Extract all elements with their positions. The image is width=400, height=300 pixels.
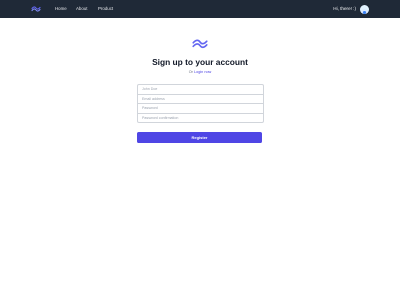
name-input[interactable]	[138, 85, 263, 94]
top-navbar: Home About Product Hi, there! :)	[0, 0, 400, 18]
password-confirmation-input[interactable]	[138, 113, 263, 122]
email-input[interactable]	[138, 94, 263, 103]
tailwind-logo-icon	[192, 39, 208, 49]
page-title: Sign up to your account	[152, 57, 248, 67]
login-link[interactable]: Login now	[194, 70, 211, 74]
register-button[interactable]: Register	[137, 132, 262, 143]
user-avatar-icon[interactable]	[360, 4, 369, 14]
password-input[interactable]	[138, 104, 263, 113]
signup-form	[137, 84, 264, 123]
nav-link-product[interactable]: Product	[98, 0, 113, 18]
nav-link-home[interactable]: Home	[55, 0, 67, 18]
greeting-text: Hi, there! :)	[333, 6, 356, 11]
name-field-row	[138, 85, 263, 95]
email-field-row	[138, 94, 263, 104]
nav-link-about[interactable]: About	[76, 0, 87, 18]
subtitle-prefix: Or	[188, 70, 193, 74]
page-subtitle: Or Login now	[0, 70, 400, 74]
password-confirm-field-row	[138, 113, 263, 122]
tailwind-logo-icon[interactable]	[31, 4, 41, 14]
password-field-row	[138, 104, 263, 114]
